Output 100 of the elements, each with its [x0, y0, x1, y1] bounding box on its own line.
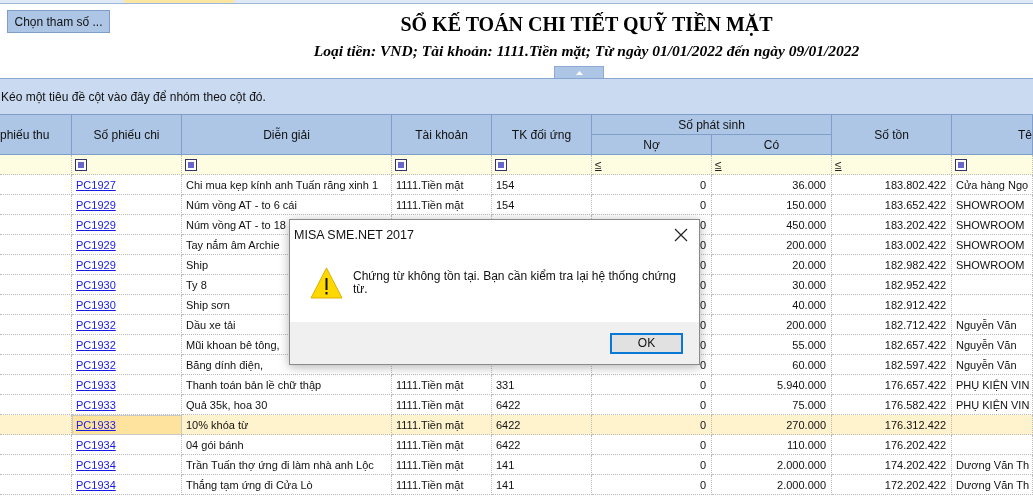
filter-operator[interactable]: ≤ [595, 157, 602, 172]
column-group-header: Số phát sinh [592, 114, 832, 135]
table-cell: 1111.Tiền mặt [392, 395, 492, 415]
column-header[interactable]: Số tồn [832, 114, 952, 155]
table-cell: 0 [592, 475, 712, 495]
filter-icon[interactable] [185, 158, 197, 171]
column-header[interactable]: Tài khoản [392, 114, 492, 155]
table-cell: 0 [592, 435, 712, 455]
filter-cell[interactable]: ≤ [592, 155, 712, 175]
filter-cell[interactable]: ≤ [712, 155, 832, 175]
group-hint: Kéo một tiêu đề cột vào đây để nhóm theo cột đó. [0, 89, 266, 104]
table-cell: 04 gói bánh [182, 435, 392, 455]
table-cell: 1111.Tiền mặt [392, 455, 492, 475]
filter-operator[interactable]: ≤ [835, 157, 842, 172]
voucher-link[interactable]: PC1929 [76, 198, 116, 211]
table-cell: 110.000 [712, 435, 832, 455]
table-cell: PHỤ KIỆN VIN [952, 375, 1033, 395]
table-cell: 182.657.422 [832, 335, 952, 355]
filter-icon[interactable] [395, 158, 407, 171]
table-cell: 2.000.000 [712, 475, 832, 495]
table-cell: 55.000 [712, 335, 832, 355]
voucher-link[interactable]: PC1929 [76, 238, 116, 251]
voucher-link[interactable]: PC1932 [76, 338, 116, 351]
filter-icon[interactable] [75, 158, 87, 171]
table-cell: 6422 [492, 415, 592, 435]
voucher-link[interactable]: PC1933 [76, 398, 116, 411]
column-header[interactable]: TK đối ứng [492, 114, 592, 155]
filter-cell[interactable] [0, 155, 72, 175]
table-cell: Quả 35k, hoa 30 [182, 395, 392, 415]
table-cell: 331 [492, 375, 592, 395]
column-header[interactable]: Có [712, 135, 832, 155]
voucher-link[interactable]: PC1934 [76, 478, 116, 491]
table-cell: 2.000.000 [712, 455, 832, 475]
table-cell: 200.000 [712, 235, 832, 255]
table-cell: 1111.Tiền mặt [392, 415, 492, 435]
voucher-link[interactable]: PC1933 [76, 418, 116, 431]
table-cell: SHOWROOM [952, 195, 1033, 215]
table-cell: 450.000 [712, 215, 832, 235]
table-cell: SHOWROOM [952, 235, 1033, 255]
table-cell: Thắng tạm ứng đi Cửa Lò [182, 475, 392, 495]
report-subtitle: Loại tiền: VND; Tài khoản: 1111.Tiền mặt; Từ ngày 01/01/2022 đến ngày 09/01/2022 [313, 42, 860, 60]
table-cell: 10% khóa từ [182, 415, 392, 435]
voucher-link[interactable]: PC1929 [76, 218, 116, 231]
voucher-link[interactable]: PC1929 [76, 258, 116, 271]
table-cell: 183.802.422 [832, 175, 952, 195]
table-cell: 30.000 [712, 275, 832, 295]
table-cell: 36.000 [712, 175, 832, 195]
table-cell: 200.000 [712, 315, 832, 335]
table-cell: Cửa hàng Ngọ [952, 175, 1033, 195]
filter-icon[interactable] [495, 158, 507, 171]
table-cell: 172.202.422 [832, 475, 952, 495]
filter-cell[interactable] [392, 155, 492, 175]
filter-cell[interactable] [952, 155, 1033, 175]
voucher-link[interactable]: PC1933 [76, 378, 116, 391]
voucher-link[interactable]: PC1930 [76, 278, 116, 291]
filter-icon[interactable] [955, 158, 967, 171]
column-header[interactable]: phiếu thu [0, 114, 72, 155]
table-cell: 176.582.422 [832, 395, 952, 415]
voucher-link[interactable]: PC1932 [76, 318, 116, 331]
table-cell: 176.312.422 [832, 415, 952, 435]
table-cell: Dương Văn Th [952, 475, 1033, 495]
table-cell: 1111.Tiền mặt [392, 175, 492, 195]
column-header[interactable]: Tê [952, 114, 1033, 155]
filter-cell[interactable] [182, 155, 392, 175]
ok-button[interactable]: OK [610, 332, 683, 354]
table-cell: 182.982.422 [832, 255, 952, 275]
filter-cell[interactable] [492, 155, 592, 175]
table-cell: 0 [592, 395, 712, 415]
column-header[interactable]: Diễn giải [182, 114, 392, 155]
column-header[interactable]: Số phiếu chi [72, 114, 182, 155]
parameters-button[interactable]: Chọn tham số ... [7, 10, 110, 33]
table-cell: 182.712.422 [832, 315, 952, 335]
table-cell: 183.652.422 [832, 195, 952, 215]
table-cell: 1111.Tiền mặt [392, 435, 492, 455]
table-cell: Trần Tuấn thợ ứng đi làm nhà anh Lộc [182, 455, 392, 475]
voucher-link[interactable]: PC1934 [76, 438, 116, 451]
table-cell: Nguyễn Văn [952, 335, 1033, 355]
table-cell: SHOWROOM [952, 255, 1033, 275]
table-cell: 174.202.422 [832, 455, 952, 475]
filter-cell[interactable] [72, 155, 182, 175]
filter-operator[interactable]: ≤ [715, 157, 722, 172]
table-cell: Nguyễn Văn [952, 315, 1033, 335]
table-cell: 1111.Tiền mặt [392, 475, 492, 495]
table-cell: 1111.Tiền mặt [392, 195, 492, 215]
voucher-link[interactable]: PC1934 [76, 458, 116, 471]
table-cell: 154 [492, 175, 592, 195]
column-header[interactable]: Nợ [592, 135, 712, 155]
table-cell: 0 [592, 455, 712, 475]
table-cell: 75.000 [712, 395, 832, 415]
voucher-link[interactable]: PC1932 [76, 358, 116, 371]
voucher-link[interactable]: PC1927 [76, 178, 116, 191]
table-cell: 176.202.422 [832, 435, 952, 455]
table-cell: 6422 [492, 395, 592, 415]
close-icon [674, 228, 688, 242]
filter-cell[interactable]: ≤ [832, 155, 952, 175]
table-cell: 183.202.422 [832, 215, 952, 235]
table-cell: 141 [492, 455, 592, 475]
table-cell: Núm vồng AT - to 6 cái [182, 195, 392, 215]
caret-icon [575, 70, 583, 75]
voucher-link[interactable]: PC1930 [76, 298, 116, 311]
